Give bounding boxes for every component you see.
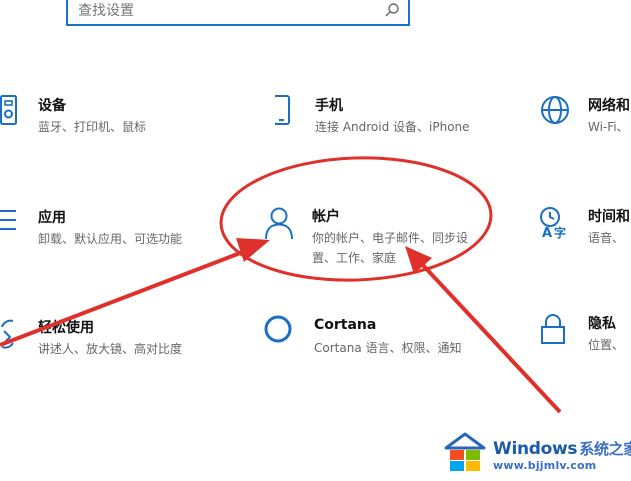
phone-icon bbox=[275, 95, 309, 129]
time-language-icon: A 字 bbox=[538, 206, 572, 240]
lock-privacy-icon bbox=[540, 313, 574, 347]
tile-desc: 连接 Android 设备、iPhone bbox=[315, 120, 470, 134]
windows-logo-icon bbox=[444, 432, 486, 471]
tile-title: 设备 bbox=[38, 98, 66, 114]
tile-desc: 蓝牙、打印机、鼠标 bbox=[38, 120, 147, 134]
arrow-right bbox=[405, 246, 562, 414]
search-input[interactable] bbox=[78, 0, 368, 22]
tile-desc: 卸载、默认应用、可选功能 bbox=[38, 232, 183, 246]
tile-desc: 位置、 bbox=[588, 338, 625, 352]
person-account-icon bbox=[262, 206, 296, 240]
tile-title: 轻松使用 bbox=[38, 320, 94, 336]
tile-title: 手机 bbox=[315, 98, 343, 114]
watermark: Windows 系统之家 www.bjjmlv.com bbox=[443, 430, 631, 476]
tile-desc: 语音、 bbox=[588, 231, 625, 245]
tile-desc: 讲述人、放大镜、高对比度 bbox=[38, 342, 183, 356]
watermark-url: www.bjjmlv.com bbox=[493, 459, 597, 472]
search-box[interactable] bbox=[66, 0, 410, 26]
keyboard-devices-icon bbox=[0, 95, 34, 129]
tile-desc: Cortana 语言、权限、通知 bbox=[314, 341, 462, 355]
tile-title: 帐户 bbox=[312, 209, 340, 225]
cortana-circle-icon bbox=[264, 315, 298, 349]
ease-of-access-icon bbox=[0, 317, 34, 351]
tile-title: Cortana bbox=[314, 317, 377, 333]
globe-network-icon bbox=[540, 95, 574, 129]
svg-text:A: A bbox=[542, 226, 552, 240]
search-icon[interactable] bbox=[384, 2, 400, 18]
tile-title: 网络和 bbox=[588, 98, 630, 114]
tile-title: 应用 bbox=[38, 210, 66, 226]
tile-desc: Wi-Fi、 bbox=[588, 120, 629, 134]
tile-desc: 你的帐户、电子邮件、同步设 置、工作、家庭 bbox=[312, 231, 469, 265]
tile-title: 时间和 bbox=[588, 209, 630, 225]
svg-text:字: 字 bbox=[554, 225, 566, 240]
apps-list-icon bbox=[0, 207, 34, 241]
watermark-brand: Windows 系统之家 bbox=[493, 439, 631, 459]
tile-title: 隐私 bbox=[588, 316, 616, 332]
